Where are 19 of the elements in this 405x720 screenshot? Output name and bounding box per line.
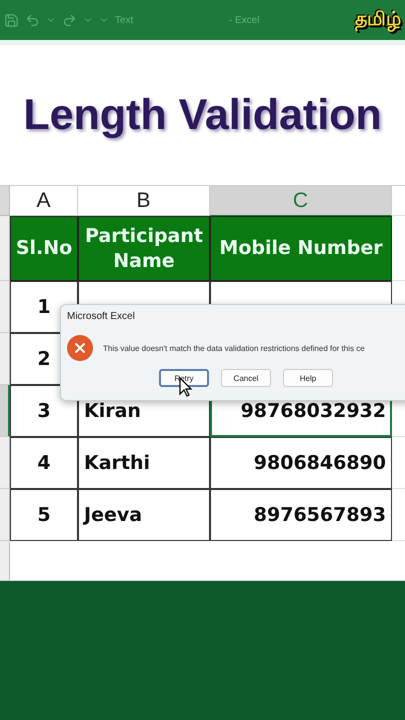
document-name: Text <box>115 14 134 26</box>
dialog-button[interactable]: Help <box>283 369 333 387</box>
table-header-cell: Sl.No <box>10 216 78 281</box>
column-header[interactable]: A <box>10 186 78 216</box>
table-cell: 8976567893 <box>210 489 392 541</box>
table-cell: 9806846890 <box>210 437 392 489</box>
table-cell: Karthi <box>78 437 210 489</box>
table-header-cell: Mobile Number <box>210 216 392 281</box>
language-label: தமிழ் <box>355 8 401 32</box>
dialog-message: This value doesn't match the data validation restrictions defined for this ce <box>103 344 365 352</box>
headline: Length Validation <box>22 90 383 140</box>
table-cell: 4 <box>10 437 78 489</box>
dialog-button[interactable]: Cancel <box>221 369 271 387</box>
table-header-cell: Participant Name <box>78 216 210 281</box>
app-name: - Excel <box>228 14 260 26</box>
table-cell: Jeeva <box>78 489 210 541</box>
column-header[interactable]: B <box>78 186 210 216</box>
column-header[interactable]: C <box>210 186 392 216</box>
table-cell: 5 <box>10 489 78 541</box>
